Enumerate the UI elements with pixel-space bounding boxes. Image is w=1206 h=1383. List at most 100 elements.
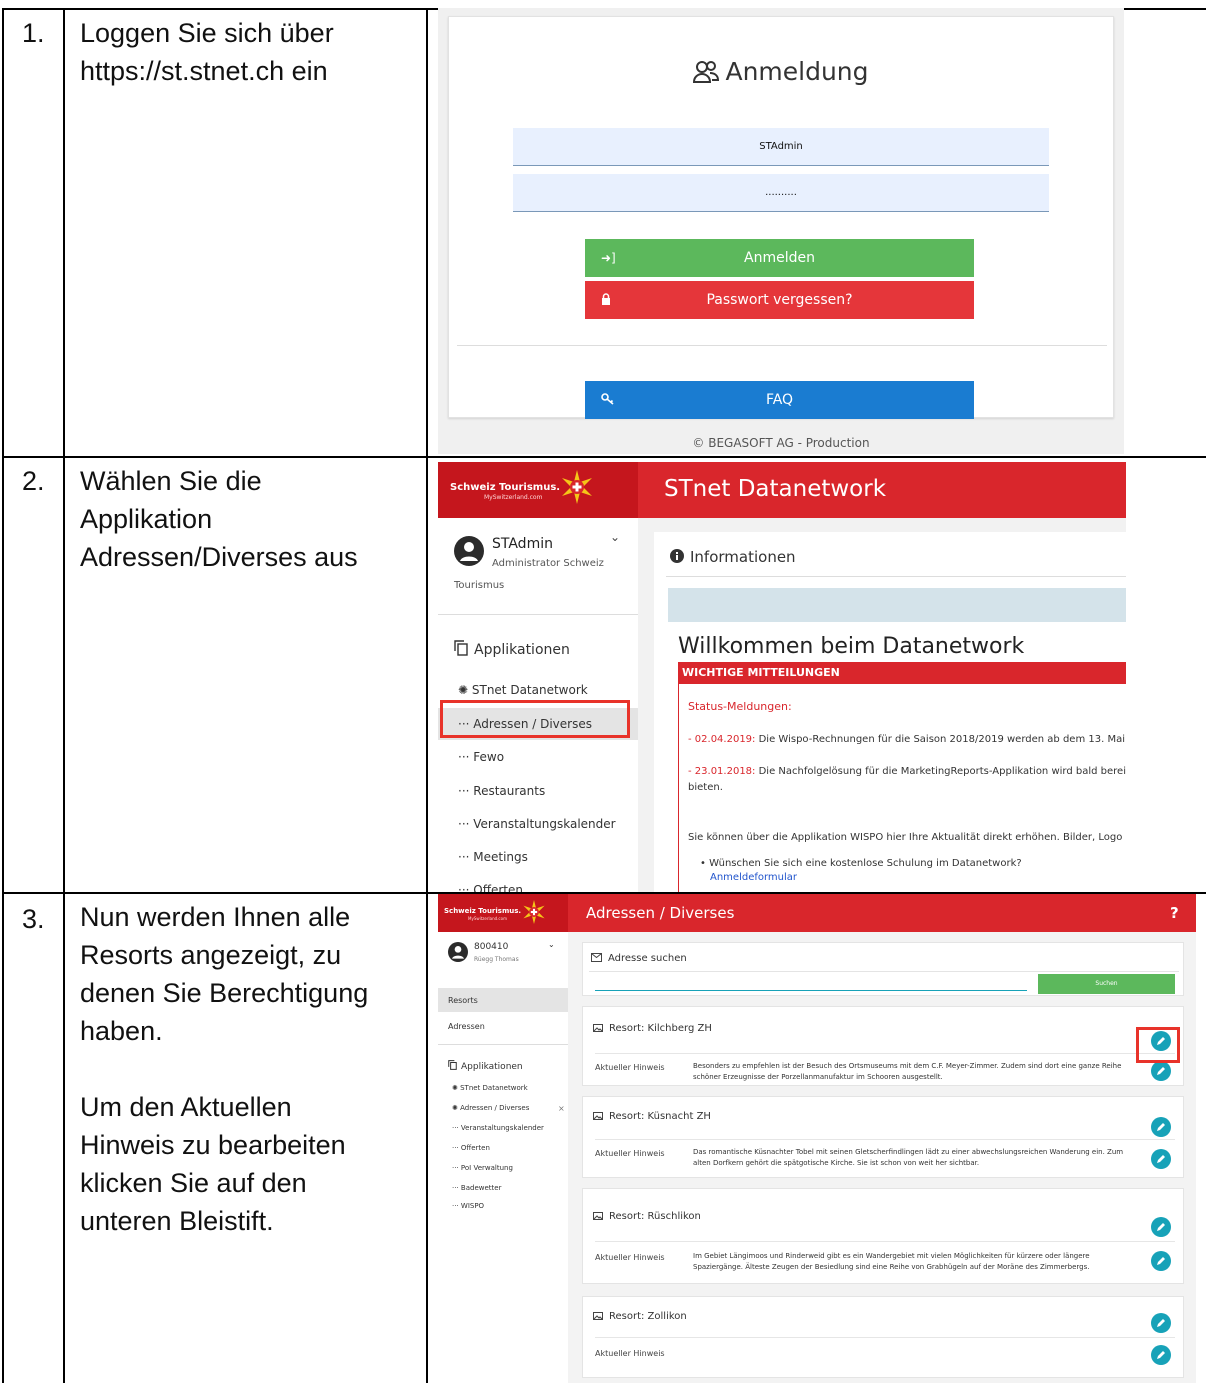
app-item-poi[interactable]: ··· PoI Verwaltung: [452, 1164, 513, 1172]
resort-card: Resort: Küsnacht ZH Aktueller Hinweis Da…: [582, 1096, 1184, 1178]
sign-in-icon: ➜]: [601, 251, 616, 265]
training-text-label: Wünschen Sie sich eine kostenlose Schulu…: [709, 858, 1022, 869]
hint-label: Aktueller Hinweis: [595, 1349, 665, 1358]
copy-icon: [448, 1060, 457, 1070]
adressen-screenshot: Schweiz Tourismus. MySwitzerland.com Adr…: [438, 894, 1196, 1383]
edit-resort-pencil-icon[interactable]: [1151, 1217, 1171, 1237]
edit-hint-pencil-icon[interactable]: [1151, 1251, 1171, 1271]
nav-adressen[interactable]: Adressen: [448, 1022, 485, 1031]
status-label: Status-Meldungen:: [688, 700, 792, 713]
image-icon: [593, 1112, 603, 1120]
resort-title: Resort: Rüschlikon: [593, 1211, 701, 1222]
app-item-offerten[interactable]: ··· Offerten: [452, 1144, 490, 1152]
app-item-label: STnet Datanetwork: [460, 1084, 528, 1092]
copy-icon: [454, 640, 468, 656]
app-item-adressen[interactable]: ✺ Adressen / Diverses: [452, 1104, 529, 1112]
news-item-2-cont: bieten.: [688, 782, 723, 793]
chevron-down-icon[interactable]: ⌄: [548, 940, 555, 949]
hint-label: Aktueller Hinweis: [595, 1253, 665, 1262]
app-item-label: Restaurants: [473, 784, 546, 798]
faq-button[interactable]: FAQ: [585, 381, 974, 419]
search-heading-text: Adresse suchen: [608, 953, 687, 964]
info-banner: [668, 588, 1126, 622]
login-button[interactable]: ➜] Anmelden: [585, 239, 974, 277]
forgot-password-button[interactable]: Passwort vergessen?: [585, 281, 974, 319]
users-icon: [693, 61, 720, 83]
step-2-line-2: Applikation: [80, 504, 213, 534]
sidebar-divider: [438, 614, 638, 615]
step-number-3: 3.: [22, 904, 45, 934]
edit-hint-pencil-icon[interactable]: [1151, 1061, 1171, 1081]
edit-resort-pencil-icon[interactable]: [1151, 1313, 1171, 1333]
training-link[interactable]: Anmeldeformular: [710, 872, 797, 883]
sidebar-divider: [438, 1044, 568, 1045]
highlight-box-pencil: [1136, 1027, 1180, 1063]
edit-hint-pencil-icon[interactable]: [1151, 1149, 1171, 1169]
logo-text: Schweiz Tourismus.: [450, 482, 561, 493]
app-item-veranstaltungskalender[interactable]: ··· Veranstaltungskalender: [438, 808, 638, 840]
hint-text: Besonders zu empfehlen ist der Besuch de…: [693, 1062, 1122, 1081]
app-item-fewo[interactable]: ··· Fewo: [438, 741, 638, 773]
edit-hint-pencil-icon[interactable]: [1151, 1345, 1171, 1365]
card-divider: [595, 1337, 1175, 1338]
password-field[interactable]: ..........: [513, 174, 1049, 212]
envelope-icon: [591, 953, 602, 962]
app-item-restaurants[interactable]: ··· Restaurants: [438, 775, 638, 807]
apps-heading-text: Applikationen: [474, 642, 570, 658]
step-text-2: Wählen Sie die Applikation Adressen/Dive…: [80, 462, 410, 576]
step-3-line-4: haben.: [80, 1016, 163, 1046]
app-item-label: Fewo: [473, 750, 505, 764]
notice-heading: WICHTIGE MITTEILUNGEN: [678, 662, 1126, 684]
datanetwork-screenshot: Schweiz Tourismus. MySwitzerland.com STn…: [438, 462, 1126, 892]
brand-logo: Schweiz Tourismus. MySwitzerland.com: [438, 462, 638, 518]
step-3-line-6: Um den Aktuellen: [80, 1092, 292, 1122]
news-item-2: - 23.01.2018: Die Nachfolgelösung für di…: [688, 766, 1126, 777]
edit-resort-pencil-icon[interactable]: [1151, 1117, 1171, 1137]
info-heading-text: Informationen: [690, 548, 796, 566]
app-title: Adressen / Diverses: [586, 904, 735, 922]
app-item-veranstaltungskalender[interactable]: ··· Veranstaltungskalender: [452, 1124, 544, 1132]
help-icon[interactable]: ?: [1170, 904, 1179, 922]
card-divider: [595, 1139, 1175, 1140]
app-item-label: WISPO: [460, 1202, 485, 1210]
resort-card: Resort: Zollikon Aktueller Hinweis: [582, 1296, 1184, 1378]
app-item-meetings[interactable]: ··· Meetings: [438, 841, 638, 873]
login-divider: [457, 345, 1107, 346]
news-date: - 02.04.2019:: [688, 734, 756, 745]
app-item-wispo[interactable]: ··· WISPO: [452, 1202, 484, 1210]
step-3-line-1: Nun werden Ihnen alle: [80, 902, 351, 932]
step-3-line-9: unteren Bleistift.: [80, 1206, 274, 1236]
forgot-password-label: Passwort vergessen?: [706, 292, 853, 308]
info-heading: Informationen: [670, 548, 796, 566]
logo-subtext: MySwitzerland.com: [484, 494, 543, 501]
apps-heading: Applikationen: [448, 1060, 523, 1072]
app-item-label: Veranstaltungskalender: [460, 1124, 544, 1132]
login-button-label: Anmelden: [744, 250, 815, 266]
step-3-line-7: Hinweis zu bearbeiten: [80, 1130, 346, 1160]
step-number-2: 2.: [22, 466, 45, 496]
resort-card: Resort: Kilchberg ZH Aktueller Hinweis B…: [582, 1006, 1184, 1086]
login-title: Anmeldung: [449, 57, 1113, 86]
close-icon[interactable]: ×: [558, 1104, 565, 1113]
app-item-stnet[interactable]: ✺ STnet Datanetwork: [452, 1084, 528, 1092]
step-1-line-1: Loggen Sie sich über: [80, 18, 334, 48]
search-input[interactable]: [595, 975, 1027, 991]
card-divider: [595, 1241, 1175, 1242]
hint-label: Aktueller Hinweis: [595, 1149, 665, 1158]
app-item-label: Badewetter: [460, 1184, 502, 1192]
username-field[interactable]: STAdmin: [513, 128, 1049, 166]
user-avatar-icon: [448, 942, 468, 962]
chevron-down-icon[interactable]: ⌄: [610, 530, 620, 544]
table-border-left: [2, 8, 4, 1383]
step-3-line-3: denen Sie Berechtigung: [80, 978, 369, 1008]
app-item-offerten[interactable]: ··· Offerten: [438, 874, 638, 892]
logo-subtext: MySwitzerland.com: [468, 916, 507, 921]
search-button[interactable]: Suchen: [1038, 974, 1175, 994]
nav-resorts[interactable]: Resorts: [438, 988, 568, 1012]
app-item-badewetter[interactable]: ··· Badewetter: [452, 1184, 501, 1192]
apps-heading-text: Applikationen: [461, 1062, 523, 1072]
app-item-label: STnet Datanetwork: [471, 683, 588, 697]
resort-title: Resort: Kilchberg ZH: [593, 1023, 712, 1034]
user-id: 800410: [474, 942, 509, 952]
user-name: Rüegg Thomas: [474, 956, 519, 963]
